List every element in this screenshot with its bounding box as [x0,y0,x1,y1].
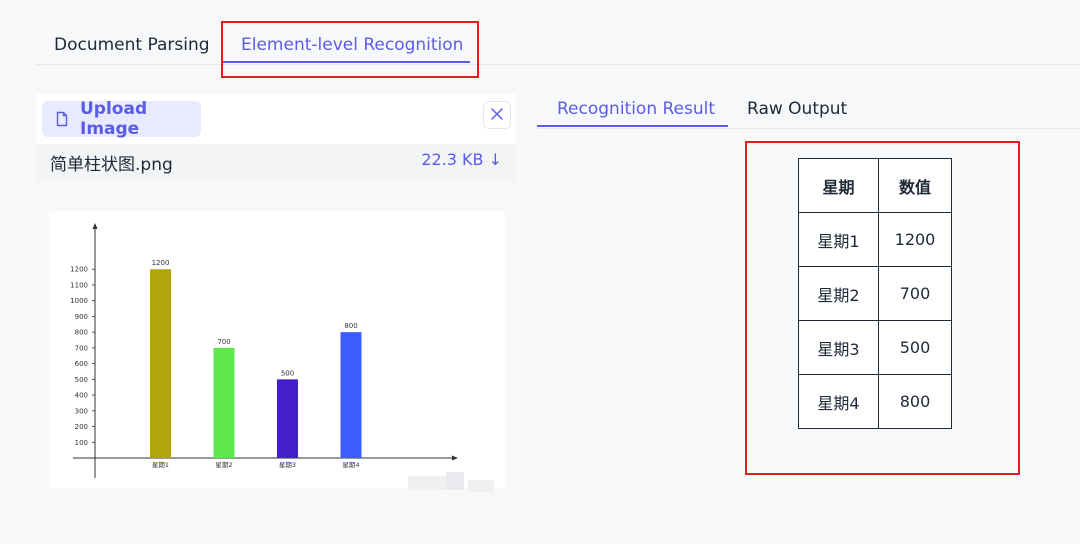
table-cell: 星期3 [798,320,879,375]
table-cell: 星期1 [798,212,879,267]
upload-image-button[interactable]: Upload Image [42,99,201,139]
y-tick-label: 1000 [70,297,88,305]
table-row: 星期3 500 [798,320,952,375]
table-cell: 星期4 [798,374,879,429]
y-tick-label: 200 [75,423,88,431]
upload-image-label: Upload Image [80,99,148,139]
y-tick-label: 100 [75,439,88,447]
y-tick-label: 600 [75,360,88,368]
y-tick-label: 1200 [70,266,88,274]
table-header-cell: 数值 [878,158,952,213]
top-tab-bar: Document Parsing Element-level Recogniti… [36,22,1080,65]
active-tab-indicator [222,61,470,63]
uploaded-file-row[interactable]: 简单柱状图.png 22.3 KB ↓ [36,144,516,180]
y-tick-label: 300 [75,407,88,415]
table-row: 星期4 800 [798,374,952,429]
y-tick-label: 400 [75,392,88,400]
y-tick-label: 800 [75,329,88,337]
x-tick-label: 星期3 [279,461,296,469]
bar-data-label: 800 [344,322,357,330]
x-tick-label: 星期4 [342,461,359,469]
table-cell: 星期2 [798,266,879,321]
upload-panel: Upload Image 简单柱状图.png 22.3 KB ↓ [36,94,516,180]
tab-raw-output[interactable]: Raw Output [747,99,847,119]
bar-data-label: 500 [281,369,294,377]
bar [277,379,298,458]
bar-chart: 100 200 300 400 500 600 700 800 900 1000 1100 1200 1… [70,223,458,478]
table-cell: 1200 [878,212,952,267]
table-header-row: 星期 数值 [798,158,952,213]
close-button[interactable] [483,101,511,129]
table-row: 星期1 1200 [798,212,952,267]
bar [150,269,171,458]
bar-data-label: 1200 [152,259,170,267]
bar [213,347,235,458]
image-artifact [468,480,494,492]
y-tick-label: 500 [75,376,88,384]
file-icon [54,111,70,127]
bar [340,332,362,458]
close-icon [490,106,504,125]
table-cell: 800 [878,374,952,429]
x-tick-label: 星期1 [152,461,169,469]
table-header-cell: 星期 [798,158,879,213]
table-cell: 700 [878,266,952,321]
image-artifact [446,472,464,490]
tab-document-parsing[interactable]: Document Parsing [54,34,210,56]
y-tick-label: 900 [75,313,88,321]
table-row: 星期2 700 [798,266,952,321]
bar-data-label: 700 [217,338,230,346]
image-artifact [408,476,448,490]
uploaded-chart-image: 100 200 300 400 500 600 700 800 900 1000 1100 1200 1… [49,211,505,488]
table-cell: 500 [878,320,952,375]
recognition-result-table: 星期 数值 星期1 1200 星期2 700 星期3 500 星期4 800 [798,158,952,429]
tab-element-level-recognition[interactable]: Element-level Recognition [241,34,463,56]
tab-recognition-result[interactable]: Recognition Result [557,99,715,119]
y-tick-label: 700 [75,344,88,352]
y-tick-label: 1100 [70,281,88,289]
active-result-tab-indicator [537,125,728,127]
file-name: 简单柱状图.png [50,155,173,175]
y-axis-arrow [92,223,98,229]
file-size-download-link[interactable]: 22.3 KB ↓ [421,150,502,169]
x-tick-label: 星期2 [215,461,232,469]
result-tab-bar: Recognition Result Raw Output [537,90,1080,129]
x-axis-arrow [452,455,458,461]
